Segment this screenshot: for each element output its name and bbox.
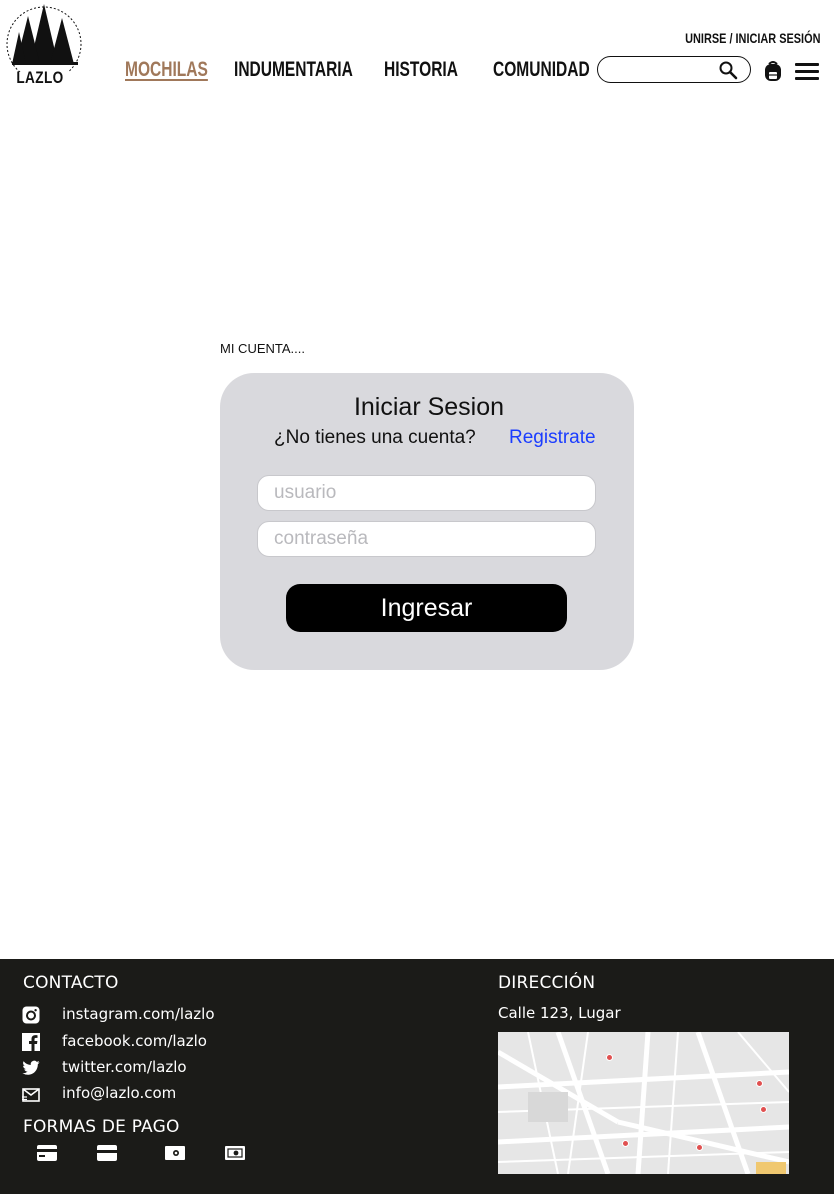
search-icon[interactable] bbox=[718, 60, 738, 80]
login-heading: Iniciar Sesion bbox=[353, 393, 505, 421]
nav-comunidad[interactable]: COMUNIDAD bbox=[493, 58, 590, 82]
join-login-link[interactable]: UNIRSE / INICIAR SESIÓN bbox=[685, 30, 820, 46]
login-submit-button[interactable]: Ingresar bbox=[286, 584, 567, 632]
nav-mochilas[interactable]: MOCHILAS bbox=[125, 58, 208, 82]
cash-icon bbox=[165, 1146, 185, 1160]
map-pin bbox=[760, 1106, 767, 1113]
twitter-icon bbox=[22, 1060, 40, 1075]
location-map[interactable] bbox=[498, 1032, 789, 1174]
map-pin bbox=[756, 1080, 763, 1087]
map-pin bbox=[622, 1140, 629, 1147]
password-input[interactable] bbox=[258, 522, 595, 556]
nav-indumentaria[interactable]: INDUMENTARIA bbox=[234, 58, 353, 82]
cash-icon bbox=[225, 1146, 245, 1160]
map-pin bbox=[606, 1054, 613, 1061]
password-field bbox=[257, 521, 596, 557]
debit-card-icon bbox=[97, 1145, 117, 1161]
facebook-link[interactable]: facebook.com/lazlo bbox=[62, 1032, 207, 1050]
login-form: Iniciar Sesion ¿No tienes una cuenta? Re… bbox=[220, 373, 634, 670]
nav-historia[interactable]: HISTORIA bbox=[384, 58, 458, 82]
address-text: Calle 123, Lugar bbox=[498, 1004, 621, 1022]
register-link[interactable]: Registrate bbox=[509, 427, 596, 449]
instagram-icon bbox=[22, 1006, 40, 1024]
brand-logo[interactable]: LAZLO bbox=[4, 2, 84, 90]
brand-name: LAZLO bbox=[16, 68, 64, 87]
backpack-icon[interactable] bbox=[763, 60, 783, 82]
search-input[interactable] bbox=[608, 60, 708, 78]
contact-heading: CONTACTO bbox=[23, 973, 119, 993]
pine-trees-icon bbox=[6, 4, 82, 72]
site-footer: CONTACTO instagram.com/lazlo facebook.co… bbox=[0, 959, 834, 1194]
address-heading: DIRECCIÓN bbox=[498, 973, 596, 993]
map-pin bbox=[696, 1144, 703, 1151]
hamburger-menu-icon[interactable] bbox=[795, 62, 819, 81]
username-field bbox=[257, 475, 596, 511]
credit-card-icon bbox=[37, 1145, 57, 1161]
payment-heading: FORMAS DE PAGO bbox=[23, 1117, 180, 1137]
search-bar bbox=[597, 56, 751, 83]
facebook-icon bbox=[22, 1033, 40, 1051]
instagram-link[interactable]: instagram.com/lazlo bbox=[62, 1005, 215, 1023]
email-icon bbox=[22, 1088, 40, 1102]
username-input[interactable] bbox=[258, 476, 595, 510]
email-link[interactable]: info@lazlo.com bbox=[62, 1084, 176, 1102]
twitter-link[interactable]: twitter.com/lazlo bbox=[62, 1058, 187, 1076]
map-streets bbox=[498, 1032, 789, 1174]
account-section-title: MI CUENTA.... bbox=[220, 341, 305, 356]
no-account-text: ¿No tienes una cuenta? bbox=[274, 427, 476, 448]
